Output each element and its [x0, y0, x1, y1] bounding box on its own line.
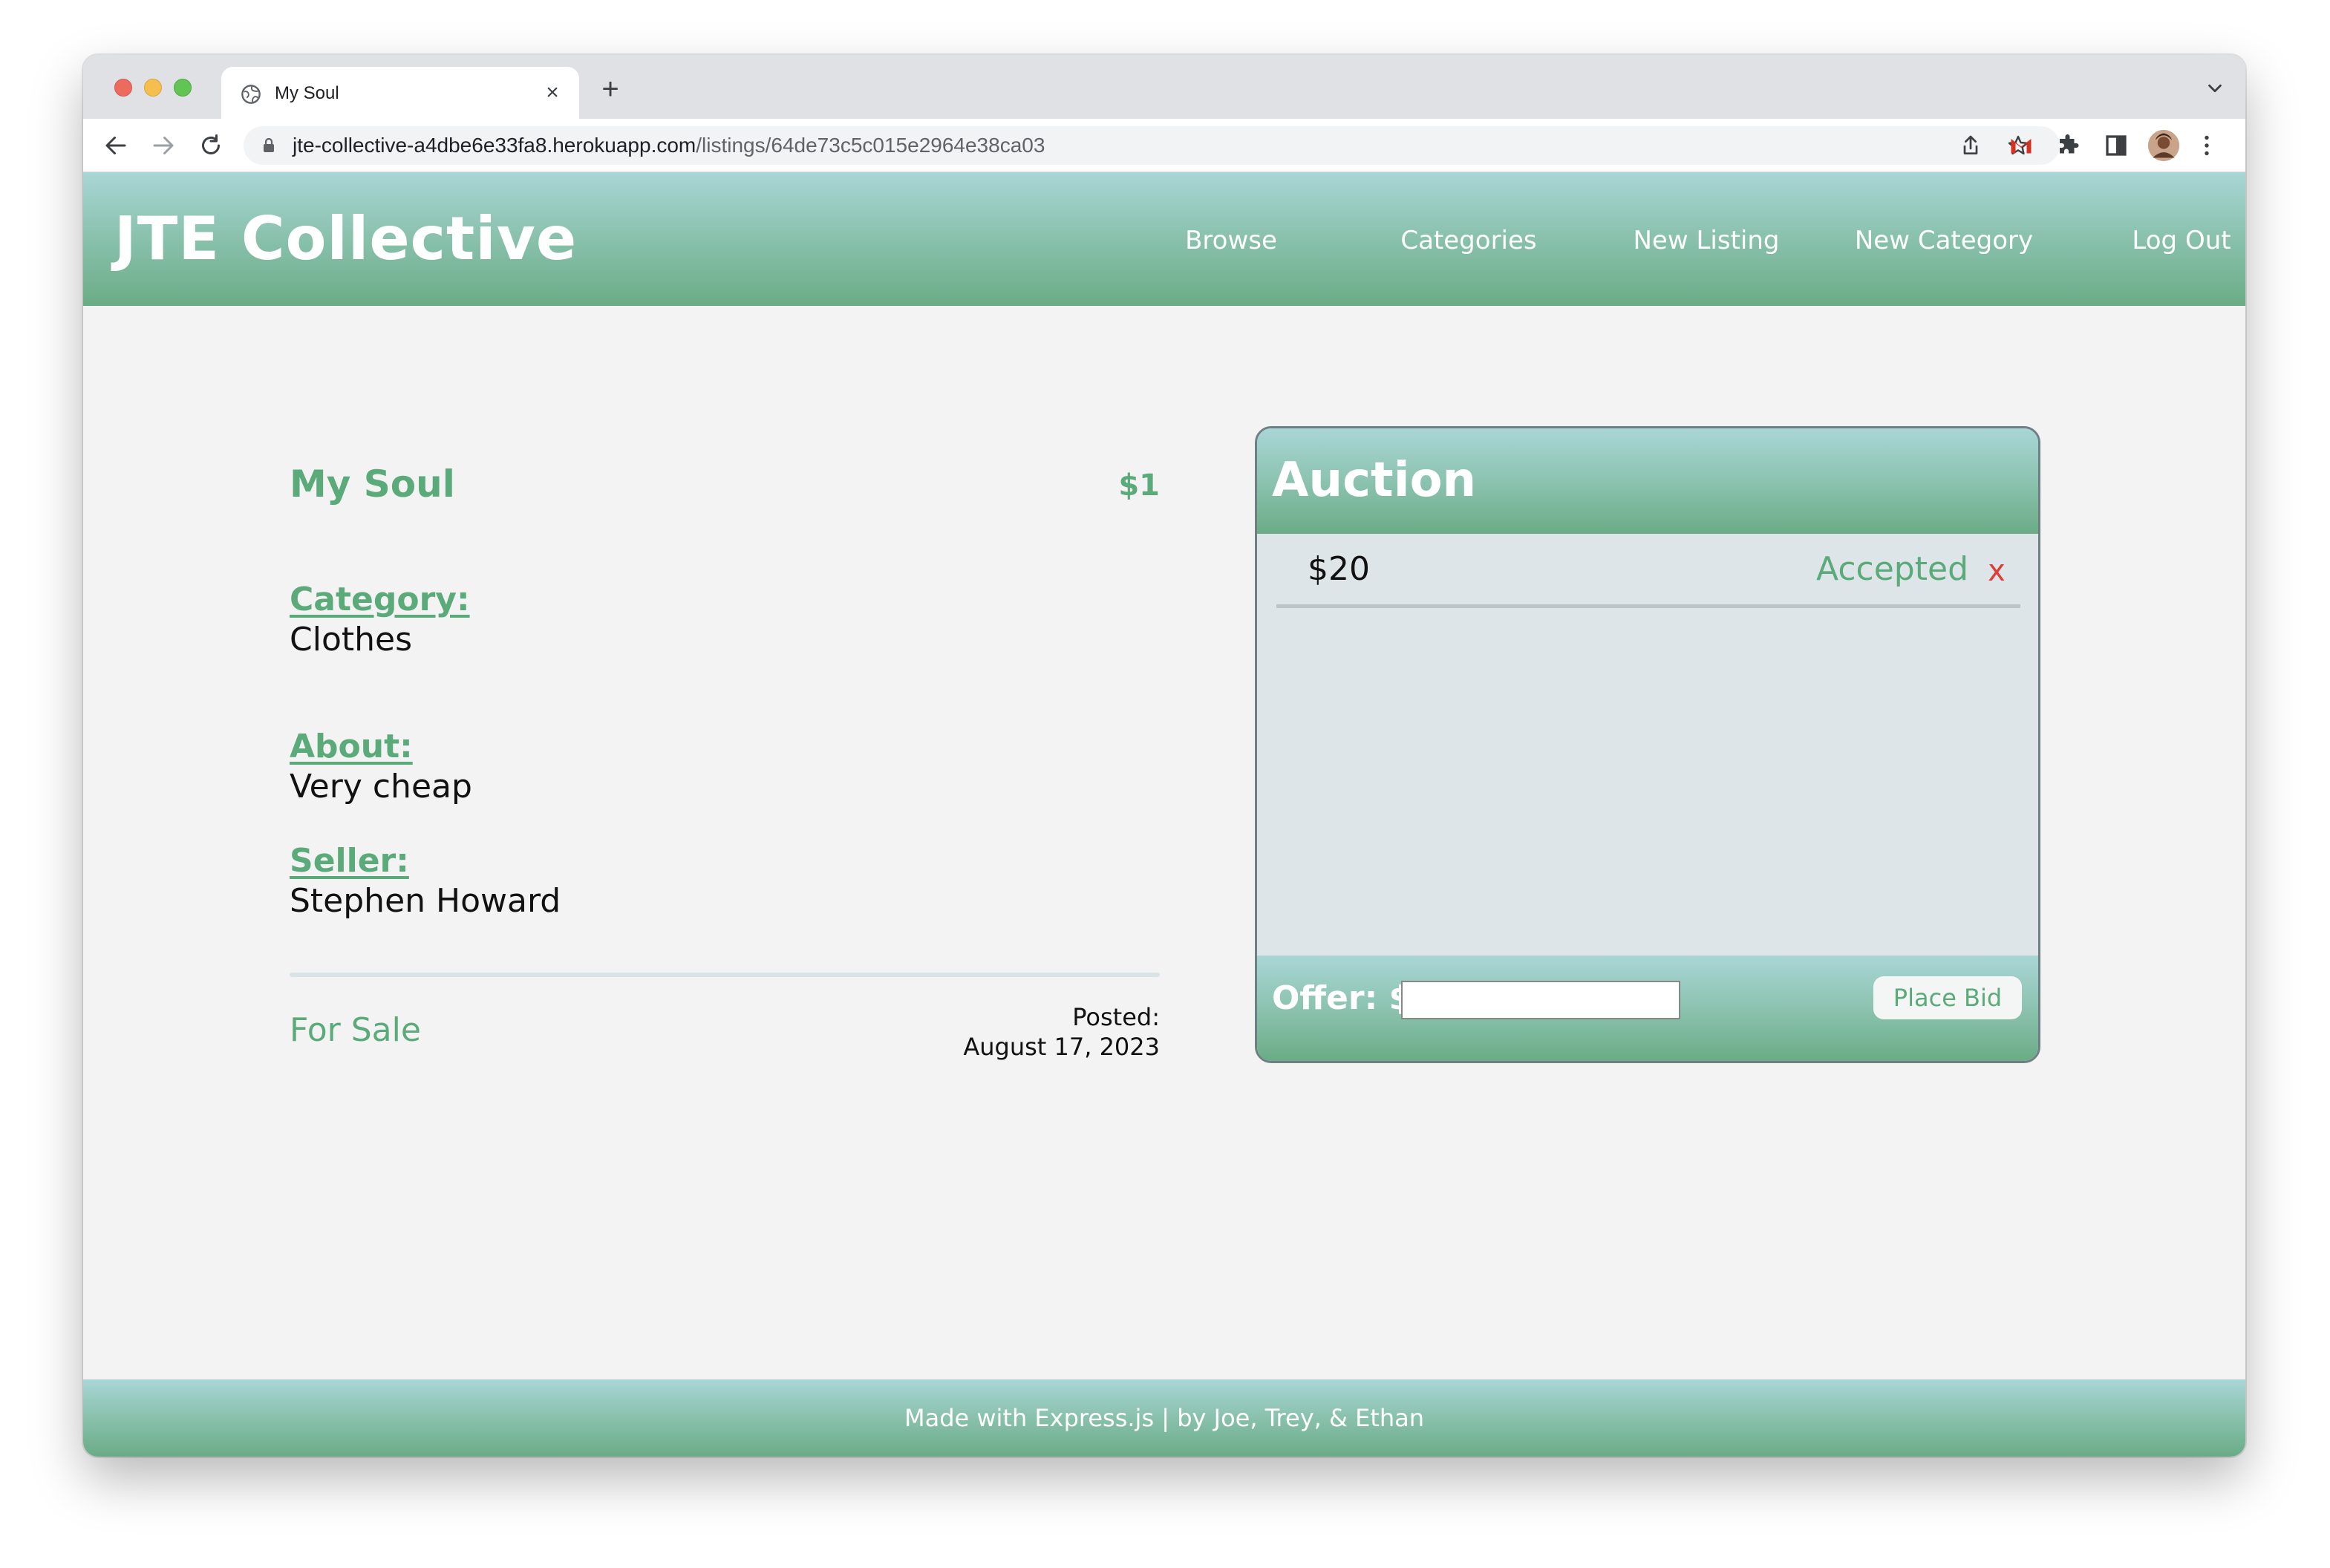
site-footer: Made with Express.js | by Joe, Trey, & E… [83, 1379, 2245, 1457]
bid-row: $20 Accepted x [1276, 534, 2020, 608]
nav-browse[interactable]: Browse [1106, 224, 1356, 257]
side-panel-icon[interactable] [2103, 132, 2130, 159]
tab-title: My Soul [275, 83, 339, 103]
posted-date: August 17, 2023 [963, 1033, 1160, 1061]
offer-label: Offer: $ [1272, 979, 1412, 1017]
site-logo[interactable]: JTE Collective [114, 203, 577, 275]
reload-icon[interactable] [198, 132, 224, 159]
maximize-window-button[interactable] [174, 79, 192, 97]
back-icon[interactable] [102, 132, 129, 159]
about-label[interactable]: About: [290, 726, 413, 768]
posted-label: Posted: [1072, 1003, 1160, 1031]
tab-strip: My Soul × + [83, 55, 2245, 119]
delete-bid-button[interactable]: x [1982, 550, 2011, 592]
footer-credits: Made with Express.js | by Joe, Trey, & E… [904, 1404, 1425, 1432]
auction-header: Auction [1257, 428, 2038, 534]
close-tab-icon[interactable]: × [541, 81, 564, 105]
minimize-window-button[interactable] [144, 79, 162, 97]
auction-title: Auction [1272, 453, 1477, 508]
new-tab-button[interactable]: + [595, 74, 625, 104]
bid-status: Accepted [1816, 550, 1968, 588]
browser-tab-active[interactable]: My Soul × [221, 67, 579, 119]
bid-form: Offer: $ Place Bid [1257, 956, 2038, 1061]
extensions-icon[interactable] [2055, 132, 2082, 159]
close-window-button[interactable] [114, 79, 132, 97]
nav-log-out[interactable]: Log Out [2057, 224, 2245, 257]
auction-panel: Auction $20 Accepted x Offer: $ Place Bi… [1255, 426, 2040, 1063]
bid-amount: $20 [1308, 550, 1370, 588]
offer-input[interactable] [1401, 981, 1680, 1019]
browser-window: My Soul × + jte-collective-a4dbe6e33fa8.… [83, 55, 2245, 1457]
browser-toolbar: jte-collective-a4dbe6e33fa8.herokuapp.co… [83, 119, 2245, 172]
profile-avatar[interactable] [2147, 129, 2180, 162]
more-menu-icon[interactable] [2193, 132, 2220, 159]
tab-search-icon[interactable] [2204, 77, 2226, 99]
details-divider [290, 973, 1160, 977]
url-text: jte-collective-a4dbe6e33fa8.herokuapp.co… [293, 133, 1045, 158]
category-label[interactable]: Category: [290, 579, 470, 621]
nav-new-category[interactable]: New Category [1819, 224, 2069, 257]
site-header: JTE Collective Browse Categories New Lis… [83, 172, 2245, 306]
seller-label[interactable]: Seller: [290, 840, 409, 882]
place-bid-button[interactable]: Place Bid [1873, 976, 2022, 1019]
listing-title: My Soul [290, 463, 455, 506]
share-icon[interactable] [1959, 134, 1983, 157]
seller-value: Stephen Howard [290, 882, 561, 920]
globe-icon [241, 85, 261, 104]
address-bar[interactable]: jte-collective-a4dbe6e33fa8.herokuapp.co… [244, 126, 2060, 165]
url-host: jte-collective-a4dbe6e33fa8.herokuapp.co… [293, 134, 696, 157]
category-value: Clothes [290, 621, 412, 659]
gmail-icon[interactable] [2008, 132, 2034, 159]
about-value: Very cheap [290, 768, 472, 806]
forward-icon[interactable] [150, 132, 177, 159]
url-path: /listings/64de73c5c015e2964e38ca03 [696, 134, 1045, 157]
nav-categories[interactable]: Categories [1344, 224, 1593, 257]
lock-icon[interactable] [260, 137, 278, 154]
listing-status: For Sale [290, 1011, 421, 1049]
listing-price: $1 [1118, 468, 1160, 503]
nav-new-listing[interactable]: New Listing [1582, 224, 1831, 257]
